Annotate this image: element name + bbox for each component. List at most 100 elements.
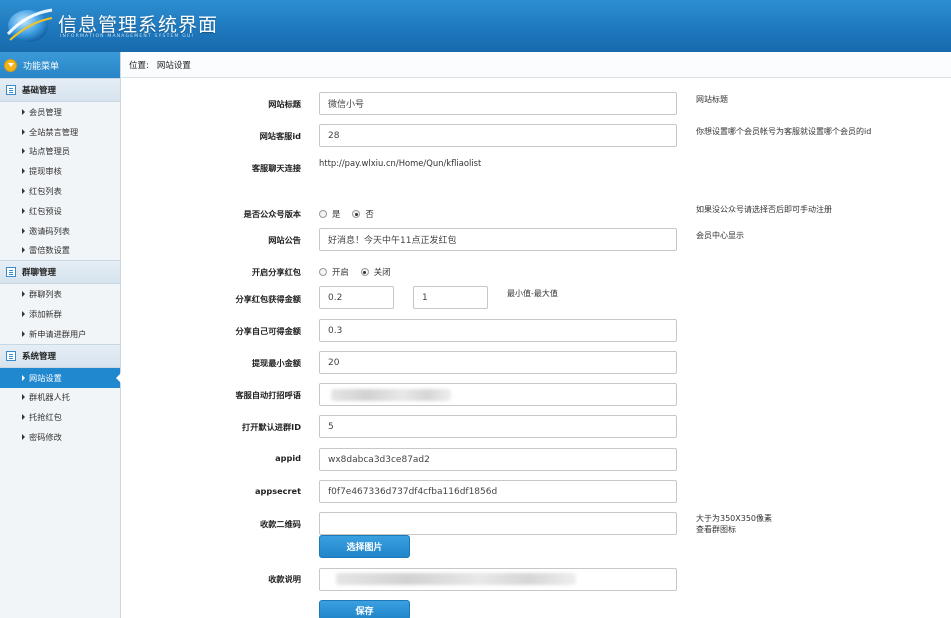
caret-right-icon — [22, 148, 25, 155]
notice-label: 网站公告 — [268, 235, 301, 245]
app-title: 信息管理系统界面 — [58, 14, 219, 36]
sidebar-item-members[interactable]: 会员管理 — [0, 102, 120, 122]
public-version-radios: 是 否 — [319, 208, 386, 220]
menu-title: 功能菜单 — [23, 61, 60, 72]
site-title-label: 网站标题 — [268, 99, 301, 109]
radio-icon[interactable] — [319, 268, 327, 276]
qrcode-input[interactable] — [319, 512, 677, 535]
sidebar-item-label: 新申请进群用户 — [29, 328, 87, 339]
share-self-input[interactable]: 0.3 — [319, 319, 677, 342]
public-version-label: 是否公众号版本 — [243, 209, 301, 219]
settings-form: 网站标题 微信小号 网站标题 网站客服id 28 你想设置哪个会员帐号为客服就设… — [121, 79, 951, 618]
caret-right-icon — [22, 227, 25, 234]
group-system[interactable]: 系统管理 — [0, 343, 120, 368]
sidebar-item-site-settings[interactable]: 网站设置 — [0, 367, 121, 388]
caret-right-icon — [22, 434, 25, 441]
share-redpack-radios: 开启 关闭 — [319, 266, 403, 278]
caret-right-icon — [22, 374, 25, 381]
share-redpack-label: 开启分享红包 — [251, 267, 301, 277]
sidebar-item-robots[interactable]: 群机器人托 — [0, 388, 120, 408]
sidebar-item-label: 提现审核 — [29, 166, 62, 177]
sidebar-item-password[interactable]: 密码修改 — [0, 427, 120, 447]
payment-desc-label: 收款说明 — [268, 574, 301, 584]
caret-right-icon — [22, 394, 25, 401]
caret-right-icon — [22, 311, 25, 318]
share-amount-max-input[interactable]: 1 — [413, 286, 488, 309]
group-basic[interactable]: 基础管理 — [0, 78, 120, 102]
option-label: 否 — [365, 209, 374, 219]
share-redpack-on[interactable]: 开启 — [319, 266, 349, 278]
group-title: 系统管理 — [22, 351, 57, 362]
qrcode-hint-view[interactable]: 查看群图标 — [696, 524, 736, 535]
qrcode-hint-size: 大于为350X350像素 — [696, 514, 773, 523]
notice-input[interactable]: 好消息！今天中午11点正发红包 — [319, 228, 677, 251]
option-label: 关闭 — [373, 267, 391, 277]
sidebar-item-label: 网站设置 — [29, 372, 62, 383]
sidebar-item-label: 红包列表 — [29, 186, 62, 197]
sidebar: 功能菜单 基础管理 会员管理 全站禁言管理 站点管理员 提现审核 红包列表 红包… — [0, 52, 121, 618]
sidebar-item-invite-codes[interactable]: 邀请码列表 — [0, 221, 120, 241]
service-id-input[interactable]: 28 — [319, 124, 677, 147]
sidebar-item-redpack-preset[interactable]: 红包预设 — [0, 201, 120, 221]
edit-icon — [6, 267, 16, 278]
save-button[interactable]: 保存 — [319, 600, 410, 618]
caret-right-icon — [22, 188, 25, 195]
radio-icon[interactable] — [319, 210, 327, 218]
list-icon — [6, 85, 16, 95]
radio-checked-icon[interactable] — [352, 210, 361, 218]
sidebar-item-label: 密码修改 — [29, 432, 62, 443]
function-menu-header[interactable]: 功能菜单 — [0, 52, 120, 78]
appid-input[interactable]: wx8dabca3d3ce87ad2 — [319, 448, 677, 471]
group-chat[interactable]: 群聊管理 — [0, 260, 120, 285]
sidebar-item-multiplier[interactable]: 雷倍数设置 — [0, 241, 120, 261]
caret-right-icon — [22, 330, 25, 337]
sidebar-item-redpacks[interactable]: 红包列表 — [0, 181, 120, 201]
app-header: 信息管理系统界面 INFORMATION MANAGEMENT SYSTEM G… — [0, 0, 951, 52]
sidebar-item-label: 托抢红包 — [29, 412, 62, 423]
sidebar-item-label: 群机器人托 — [29, 392, 70, 403]
default-group-input[interactable]: 5 — [319, 415, 677, 438]
site-title-hint: 网站标题 — [696, 95, 728, 104]
option-label: 是 — [332, 209, 341, 219]
withdraw-min-input[interactable]: 20 — [319, 351, 677, 374]
caret-right-icon — [22, 247, 25, 254]
public-version-no[interactable]: 否 — [352, 208, 374, 220]
caret-right-icon — [22, 108, 25, 115]
redacted-text — [331, 389, 451, 401]
share-amount-label: 分享红包获得金额 — [235, 294, 301, 304]
share-amount-min-input[interactable]: 0.2 — [319, 286, 394, 309]
sidebar-item-mute[interactable]: 全站禁言管理 — [0, 122, 120, 142]
withdraw-min-label: 提现最小金额 — [251, 358, 301, 368]
breadcrumb-current[interactable]: 网站设置 — [157, 59, 191, 71]
option-label: 开启 — [332, 267, 349, 277]
edit-icon — [6, 350, 16, 361]
sidebar-item-grab-redpack[interactable]: 托抢红包 — [0, 407, 120, 427]
sidebar-item-label: 红包预设 — [29, 205, 62, 216]
sidebar-item-admins[interactable]: 站点管理员 — [0, 142, 120, 162]
appid-label: appid — [275, 453, 301, 463]
notice-hint: 会员中心显示 — [696, 231, 744, 240]
redacted-text — [336, 573, 576, 585]
sidebar-item-withdraw[interactable]: 提现审核 — [0, 161, 120, 181]
group-title: 群聊管理 — [22, 268, 57, 279]
sidebar-item-add-group[interactable]: 添加新群 — [0, 304, 120, 324]
sidebar-item-chat-list[interactable]: 群聊列表 — [0, 284, 120, 304]
caret-right-icon — [22, 291, 25, 298]
share-amount-hint: 最小值-最大值 — [507, 289, 558, 298]
choose-image-button[interactable]: 选择图片 — [319, 535, 410, 558]
service-link-value: http://pay.wlxiu.cn/Home/Qun/kfliaolist — [319, 158, 482, 168]
sidebar-item-label: 会员管理 — [29, 106, 62, 117]
breadcrumb: 位置: 网站设置 — [121, 52, 951, 78]
sidebar-item-label: 群聊列表 — [29, 289, 62, 300]
appsecret-label: appsecret — [254, 486, 301, 496]
radio-checked-icon[interactable] — [360, 268, 369, 276]
chevron-down-icon — [4, 58, 17, 72]
share-redpack-off[interactable]: 关闭 — [360, 266, 391, 278]
appsecret-input[interactable]: f0f7e467336d737df4cfba116df1856d — [319, 480, 677, 503]
site-title-input[interactable]: 微信小号 — [319, 92, 677, 115]
public-version-hint: 如果没公众号请选择否后即可手动注册 — [696, 205, 832, 214]
sidebar-item-label: 添加新群 — [29, 309, 62, 320]
caret-right-icon — [22, 207, 25, 214]
public-version-yes[interactable]: 是 — [319, 208, 340, 220]
sidebar-item-join-requests[interactable]: 新申请进群用户 — [0, 324, 120, 344]
